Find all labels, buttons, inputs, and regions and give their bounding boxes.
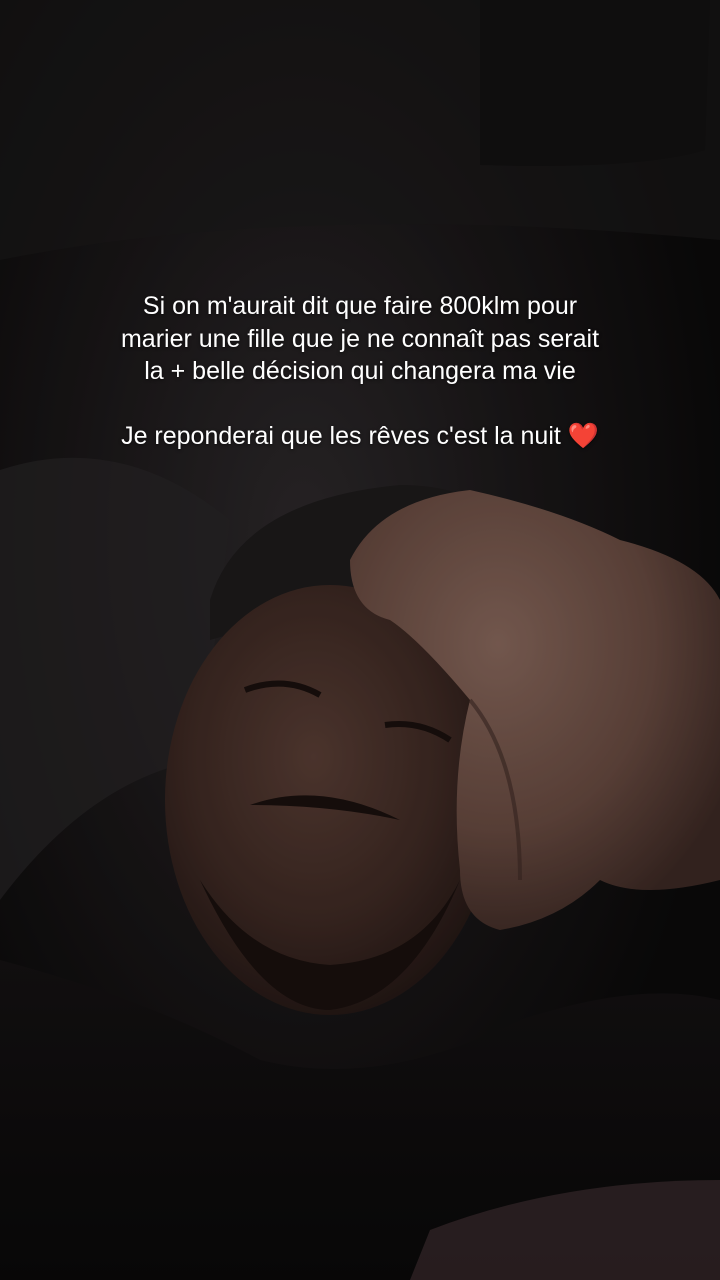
caption-line-1: Si on m'aurait dit que faire 800klm pour (142, 292, 578, 320)
caption-line-3: la + belle décision qui changera ma vie (144, 357, 576, 385)
caption-line-4: Je reponderai que les rêves c'est la nui… (0, 420, 720, 453)
caption-line-2: marier une fille que je ne connaît pas s… (120, 324, 600, 353)
caption-line-4-text: Je reponderai que les rêves c'est la nui… (121, 422, 561, 450)
night-selfie-photo (0, 0, 720, 1280)
caption-overlay: Si on m'aurait dit que faire 800klm pour… (0, 290, 720, 453)
video-frame: Si on m'aurait dit que faire 800klm pour… (0, 0, 720, 1280)
heart-icon: ❤️ (567, 422, 599, 450)
